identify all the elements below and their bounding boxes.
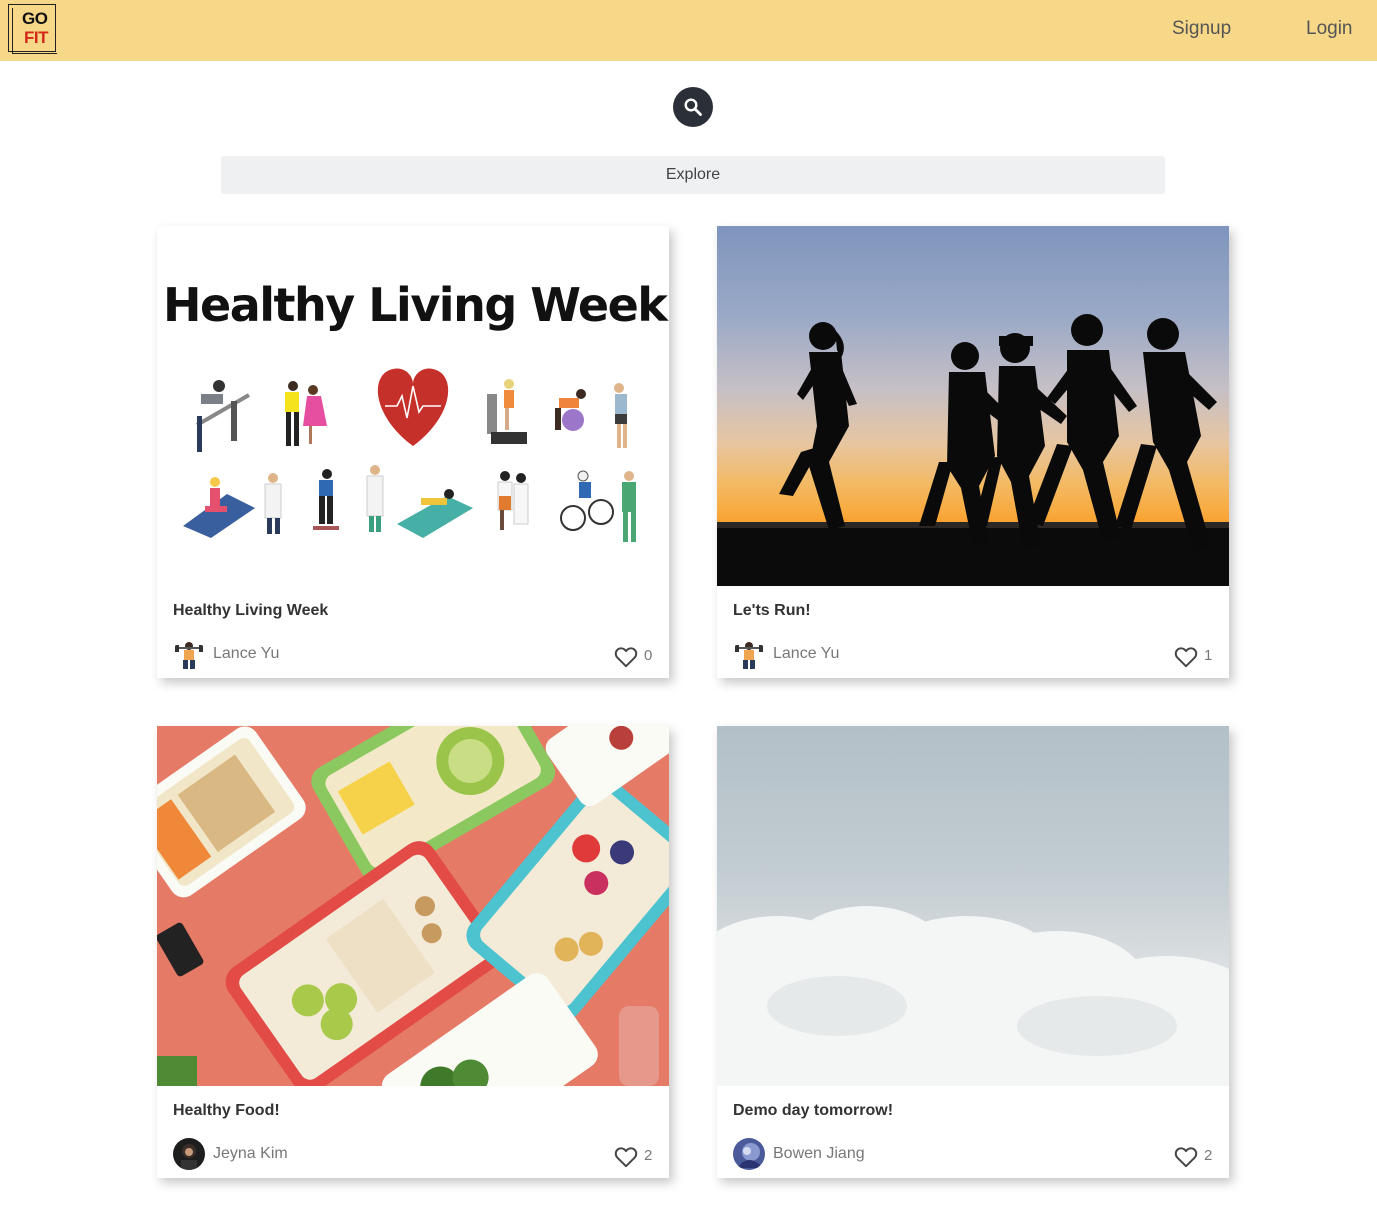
post-card[interactable]: Healthy Food! Jeyna Kim 2 (157, 726, 669, 1178)
post-image[interactable] (717, 226, 1229, 586)
food-boxes-photo (157, 726, 669, 1086)
author-name[interactable]: Jeyna Kim (213, 1145, 288, 1163)
post-image[interactable] (717, 726, 1229, 1086)
like-button[interactable] (1173, 644, 1199, 670)
author-name[interactable]: Bowen Jiang (773, 1145, 865, 1163)
post-card[interactable]: Demo day tomorrow! Bowen Jiang 2 (717, 726, 1229, 1178)
post-card[interactable]: Healthy Living Week Healthy Living Week … (157, 226, 669, 678)
post-image[interactable]: Healthy Living Week (157, 226, 669, 586)
heart-icon (1174, 1147, 1198, 1168)
heart-icon (1174, 647, 1198, 668)
cloud-sky-photo (717, 906, 1229, 1086)
post-image[interactable] (157, 726, 669, 1086)
author-avatar[interactable] (173, 638, 205, 670)
logo-text-fit: FIT (24, 28, 49, 47)
author-name[interactable]: Lance Yu (773, 645, 839, 663)
heart-icon (614, 1147, 638, 1168)
post-title[interactable]: Le'ts Run! (733, 602, 811, 620)
explore-button[interactable]: Explore (221, 156, 1165, 194)
signup-link[interactable]: Signup (1172, 18, 1231, 40)
like-count: 0 (644, 647, 653, 664)
login-link[interactable]: Login (1306, 18, 1353, 40)
search-icon (684, 98, 702, 116)
heart-icon (614, 647, 638, 668)
author-avatar[interactable] (173, 1138, 205, 1170)
like-button[interactable] (1173, 1144, 1199, 1170)
post-title[interactable]: Healthy Food! (173, 1102, 280, 1120)
top-header: GO FIT Signup Login (0, 0, 1377, 61)
like-count: 2 (1204, 1147, 1213, 1164)
gofit-logo[interactable]: GO FIT (8, 4, 57, 54)
like-count: 1 (1204, 647, 1213, 664)
logo-text-go: GO (22, 9, 48, 28)
author-avatar[interactable] (733, 1138, 765, 1170)
search-button[interactable] (673, 87, 713, 127)
like-button[interactable] (613, 1144, 639, 1170)
like-button[interactable] (613, 644, 639, 670)
like-count: 2 (644, 1147, 653, 1164)
healthy-living-illustration (183, 368, 636, 542)
author-name[interactable]: Lance Yu (213, 645, 279, 663)
post-title[interactable]: Healthy Living Week (173, 602, 328, 620)
post-card[interactable]: Le'ts Run! Lance Yu 1 (717, 226, 1229, 678)
author-avatar[interactable] (733, 638, 765, 670)
runners-silhouette (717, 314, 1229, 586)
post-title[interactable]: Demo day tomorrow! (733, 1102, 893, 1120)
